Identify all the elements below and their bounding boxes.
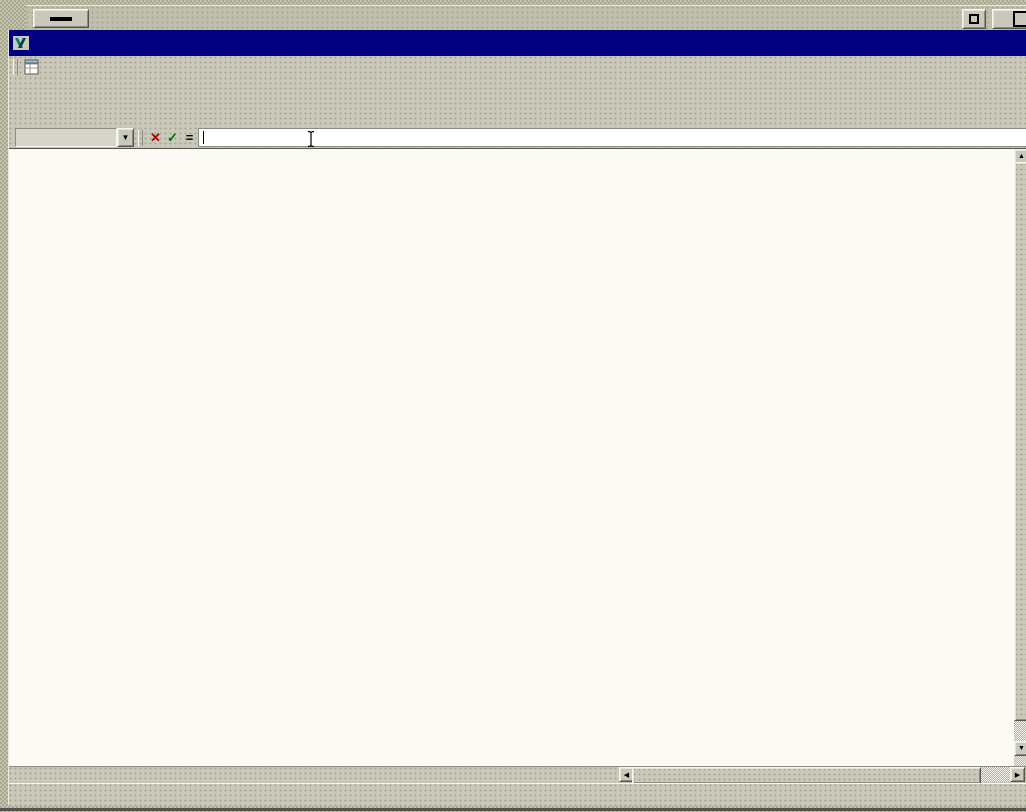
arrow-up-icon: ▲ (1018, 153, 1025, 160)
arrow-left-icon: ◀ (624, 771, 629, 779)
name-box-dropdown[interactable]: ▼ (117, 128, 134, 147)
system-menu-button[interactable] (33, 9, 89, 28)
excel-titlebar[interactable] (9, 30, 1026, 56)
excel-window: ▼ ✕ ✓ = ▲ ▼ ◀ ▶ (8, 30, 1026, 805)
square-icon (1013, 11, 1026, 27)
horizontal-scroll-thumb[interactable] (632, 767, 981, 784)
dot-icon (969, 14, 979, 24)
text-caret (203, 131, 204, 144)
toolbar-grip[interactable] (13, 59, 18, 75)
session-edge-button[interactable] (992, 9, 1026, 29)
workbook-icon (23, 59, 41, 75)
wts-server-screen: ▼ ✕ ✓ = ▲ ▼ ◀ ▶ (0, 0, 1026, 812)
dash-icon (50, 17, 72, 21)
cancel-x-icon: ✕ (150, 130, 161, 146)
worksheet-grid: ▲ ▼ (9, 148, 1026, 767)
name-box[interactable] (15, 128, 117, 147)
formatting-toolbar (9, 102, 1026, 127)
vertical-scrollbar[interactable]: ▲ ▼ (1014, 149, 1026, 767)
session-small-button[interactable] (962, 9, 986, 29)
enter-check-icon: ✓ (167, 130, 178, 146)
mouse-ibeam-cursor (306, 130, 316, 151)
standard-toolbar (9, 77, 1026, 102)
window-bottom-frame (0, 805, 1026, 812)
excel-app-icon (12, 35, 30, 51)
menu-bar (9, 56, 1026, 77)
equals-icon: = (186, 130, 194, 145)
horizontal-scrollbar[interactable]: ◀ ▶ (619, 767, 1023, 782)
vertical-scroll-thumb[interactable] (1014, 162, 1026, 721)
enter-button[interactable]: ✓ (164, 129, 181, 146)
chevron-down-icon: ▼ (122, 133, 130, 142)
formula-bar-divider (138, 130, 143, 146)
formula-input[interactable] (198, 128, 1026, 147)
status-bar (9, 783, 1026, 806)
formula-bar: ▼ ✕ ✓ = (9, 127, 1026, 148)
arrow-down-icon: ▼ (1018, 745, 1025, 752)
wts-titlebar (26, 5, 1026, 31)
cancel-button[interactable]: ✕ (147, 129, 164, 146)
edit-formula-button[interactable]: = (181, 129, 198, 146)
scroll-down-button[interactable]: ▼ (1014, 741, 1026, 756)
arrow-right-icon: ▶ (1015, 771, 1020, 779)
scroll-right-button[interactable]: ▶ (1010, 767, 1025, 782)
